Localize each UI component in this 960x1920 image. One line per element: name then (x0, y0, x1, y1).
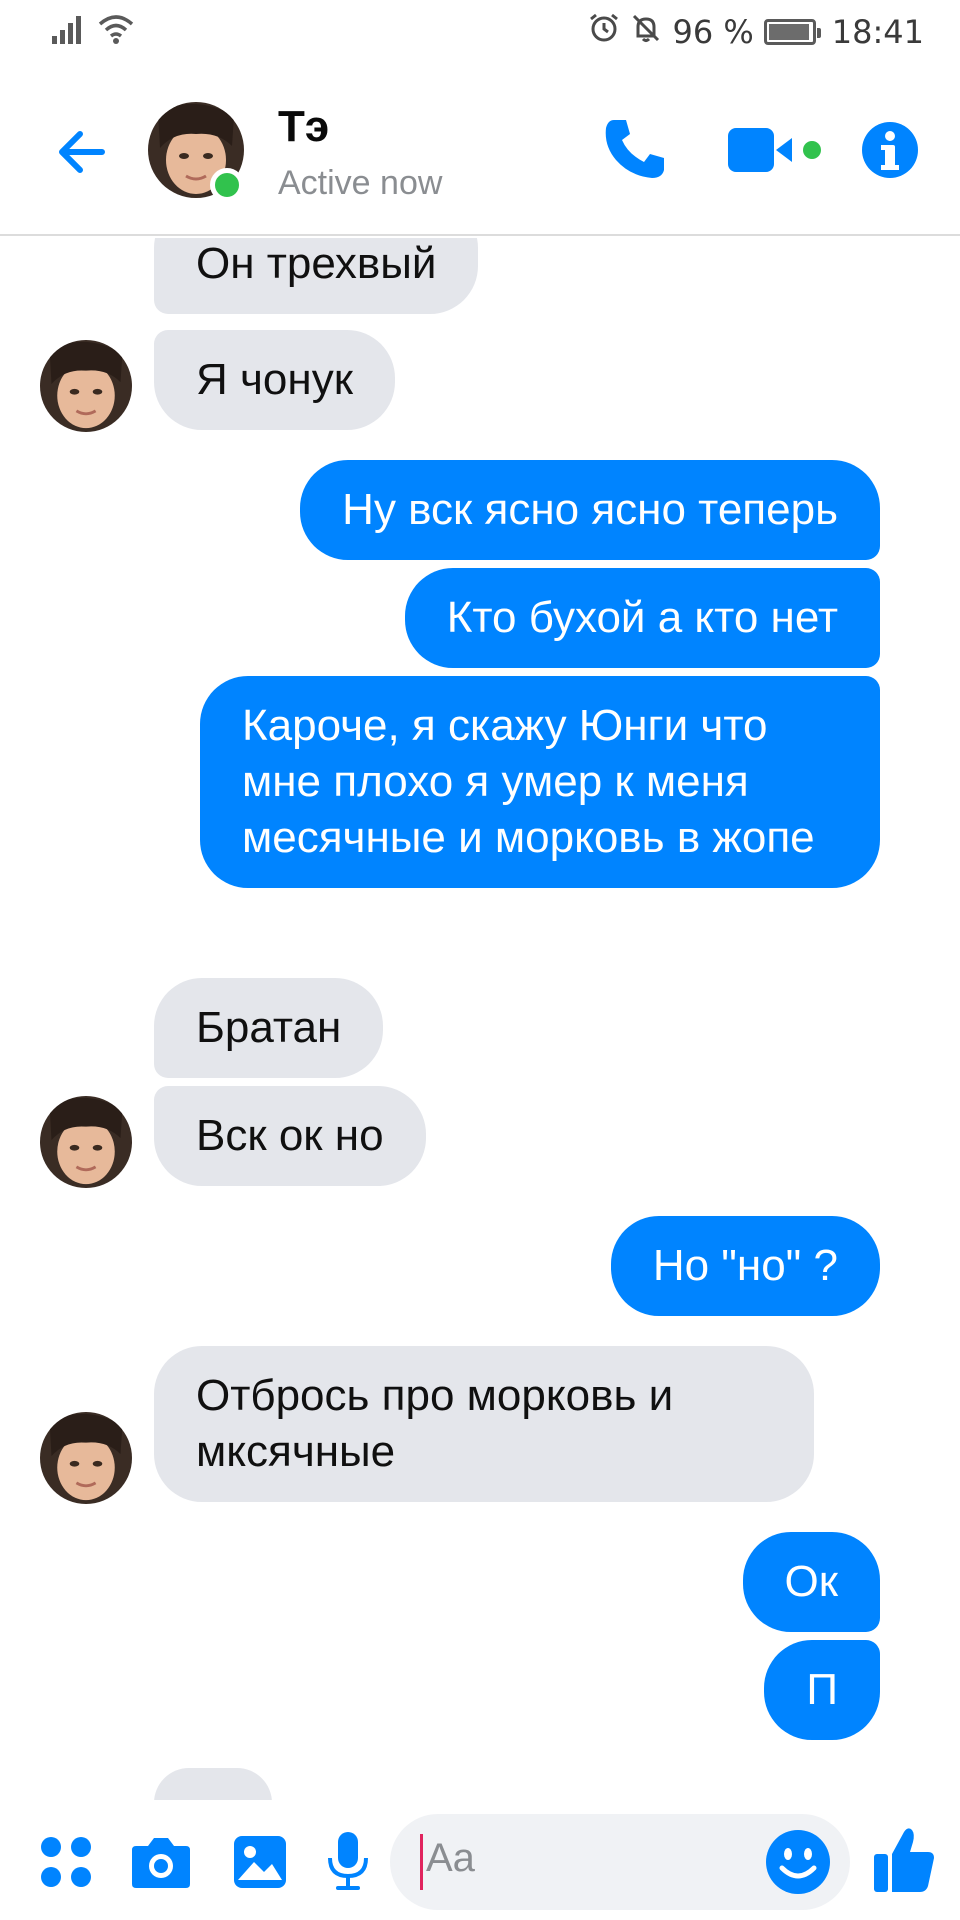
message-thread[interactable]: Он трехвый Я чонук Ну вск ясно ясно тепе… (0, 238, 960, 1800)
wifi-icon (98, 14, 134, 49)
composer-bar: Aa (0, 1800, 960, 1920)
status-bar: 96 % 18:41 (0, 0, 960, 64)
alarm-icon (588, 12, 620, 52)
message-bubble-outgoing[interactable]: Кто бухой а кто нет (404, 568, 880, 668)
online-indicator (210, 168, 244, 202)
battery-percent: 96 % (672, 13, 754, 51)
text-caret (420, 1834, 423, 1890)
emoji-icon[interactable] (764, 1828, 832, 1896)
contact-name[interactable]: Тэ (278, 102, 329, 152)
contact-status: Active now (278, 164, 443, 202)
gallery-icon[interactable] (232, 1834, 288, 1895)
microphone-icon[interactable] (326, 1830, 370, 1897)
conversation-header: Тэ Active now (0, 64, 960, 236)
contact-avatar-small[interactable] (40, 340, 132, 432)
message-bubble-outgoing[interactable]: П (764, 1640, 880, 1740)
contact-avatar-small[interactable] (40, 1412, 132, 1504)
battery-icon (763, 19, 821, 45)
message-bubble-outgoing[interactable]: Ок (742, 1532, 880, 1632)
info-icon[interactable] (860, 120, 920, 180)
menu-dots-icon[interactable] (40, 1836, 92, 1893)
thumbs-up-icon[interactable] (872, 1824, 936, 1899)
message-bubble-outgoing[interactable]: Ну вск ясно ясно теперь (300, 460, 880, 560)
phone-icon[interactable] (600, 114, 670, 184)
message-bubble-incoming[interactable]: Он трехвый (154, 238, 479, 314)
message-input-placeholder: Aa (426, 1836, 475, 1880)
video-call-icon[interactable] (726, 122, 826, 178)
message-bubble-outgoing[interactable]: Но "но" ? (610, 1216, 880, 1316)
message-bubble-incoming[interactable]: Отбрось про морковь и мксячные (154, 1346, 814, 1502)
message-bubble-incoming[interactable]: Я чонук (154, 330, 395, 430)
back-arrow-icon[interactable] (52, 122, 112, 182)
battery-level (768, 24, 809, 40)
mute-icon (630, 12, 662, 52)
message-bubble-incoming[interactable]: Вск ок но (154, 1086, 426, 1186)
message-bubble-incoming[interactable]: Братан (154, 978, 384, 1078)
clock: 18:41 (831, 13, 924, 51)
signal-icon (52, 14, 86, 49)
typing-indicator (154, 1768, 272, 1800)
message-bubble-outgoing[interactable]: Кароче, я скажу Юнги что мне плохо я уме… (200, 676, 880, 888)
contact-avatar-small[interactable] (40, 1096, 132, 1188)
camera-icon[interactable] (130, 1834, 192, 1895)
message-input[interactable]: Aa (390, 1814, 850, 1910)
